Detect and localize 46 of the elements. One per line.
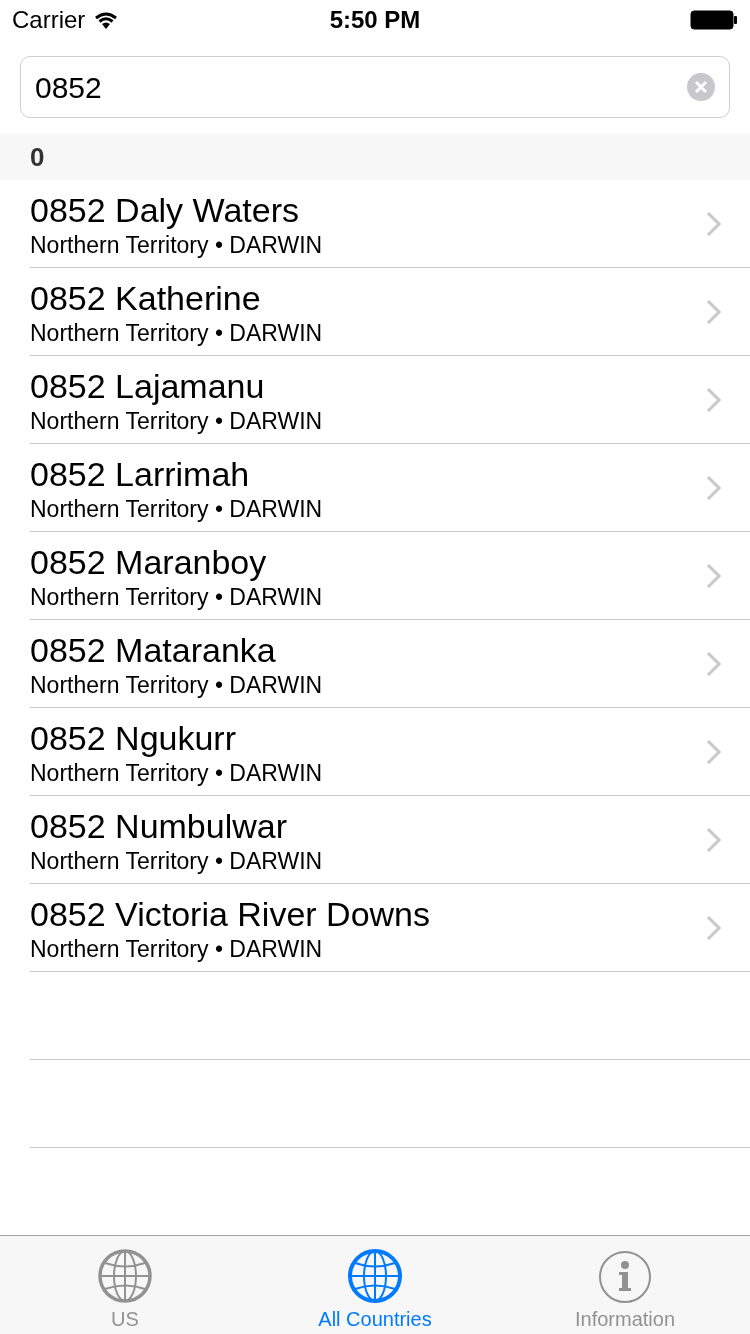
chevron-icon	[706, 914, 722, 941]
row-subtitle: Northern Territory • DARWIN	[30, 846, 323, 875]
chevron-icon	[706, 298, 722, 325]
row-subtitle: Northern Territory • DARWIN	[30, 230, 323, 259]
row-title: 0852 Katherine	[30, 277, 262, 319]
row-title: 0852 Daly Waters	[30, 189, 300, 231]
row-title: 0852 Larrimah	[30, 453, 251, 495]
list-row[interactable]: 0852 Katherine Northern Territory • DARWIN	[30, 268, 750, 356]
row-subtitle: Northern Territory • DARWIN	[30, 670, 323, 699]
time-label: 5:50 PM	[329, 5, 421, 35]
battery-icon	[690, 10, 738, 30]
list-row[interactable]: 0852 Victoria River Downs Northern Territory • DARWIN	[30, 884, 750, 972]
list-row[interactable]: 0852 Daly Waters Northern Territory • DARWIN	[30, 180, 750, 268]
info-icon	[598, 1250, 652, 1304]
clear-icon[interactable]	[687, 73, 715, 101]
row-subtitle: Northern Territory • DARWIN	[30, 758, 323, 787]
row-subtitle: Northern Territory • DARWIN	[30, 494, 323, 523]
globe-icon	[97, 1248, 153, 1304]
tab-item[interactable]: All Countries	[250, 1236, 500, 1334]
carrier-label: Carrier	[12, 5, 86, 35]
globe-icon	[347, 1248, 403, 1304]
list-row[interactable]: 0852 Mataranka Northern Territory • DARWIN	[30, 620, 750, 708]
chevron-icon	[706, 474, 722, 501]
row-title: 0852 Mataranka	[30, 629, 277, 671]
list-row[interactable]: 0852 Larrimah Northern Territory • DARWIN	[30, 444, 750, 532]
row-subtitle: Northern Territory • DARWIN	[30, 406, 323, 435]
chevron-icon	[706, 738, 722, 765]
chevron-icon	[706, 650, 722, 677]
row-subtitle: Northern Territory • DARWIN	[30, 582, 323, 611]
row-title: 0852 Lajamanu	[30, 365, 266, 407]
row-subtitle: Northern Territory • DARWIN	[30, 934, 324, 963]
list-row[interactable]: 0852 Lajamanu Northern Territory • DARWIN	[30, 356, 750, 444]
row-subtitle: Northern Territory • DARWIN	[30, 318, 323, 347]
row-title: 0852 Maranboy	[30, 541, 268, 583]
chevron-icon	[706, 386, 722, 413]
chevron-icon	[706, 210, 722, 237]
row-title: 0852 Victoria River Downs	[30, 893, 430, 935]
row-title: 0852 Numbulwar	[30, 805, 289, 847]
search-field[interactable]: 0852	[20, 56, 730, 118]
list-row[interactable]: 0852 Ngukurr Northern Territory • DARWIN	[30, 708, 750, 796]
row-title: 0852 Ngukurr	[30, 717, 237, 759]
section-header: 0	[30, 140, 45, 174]
chevron-icon	[706, 562, 722, 589]
list-row[interactable]: 0852 Numbulwar Northern Territory • DARWIN	[30, 796, 750, 884]
list-row[interactable]: 0852 Maranboy Northern Territory • DARWIN	[30, 532, 750, 620]
chevron-icon	[706, 826, 722, 853]
